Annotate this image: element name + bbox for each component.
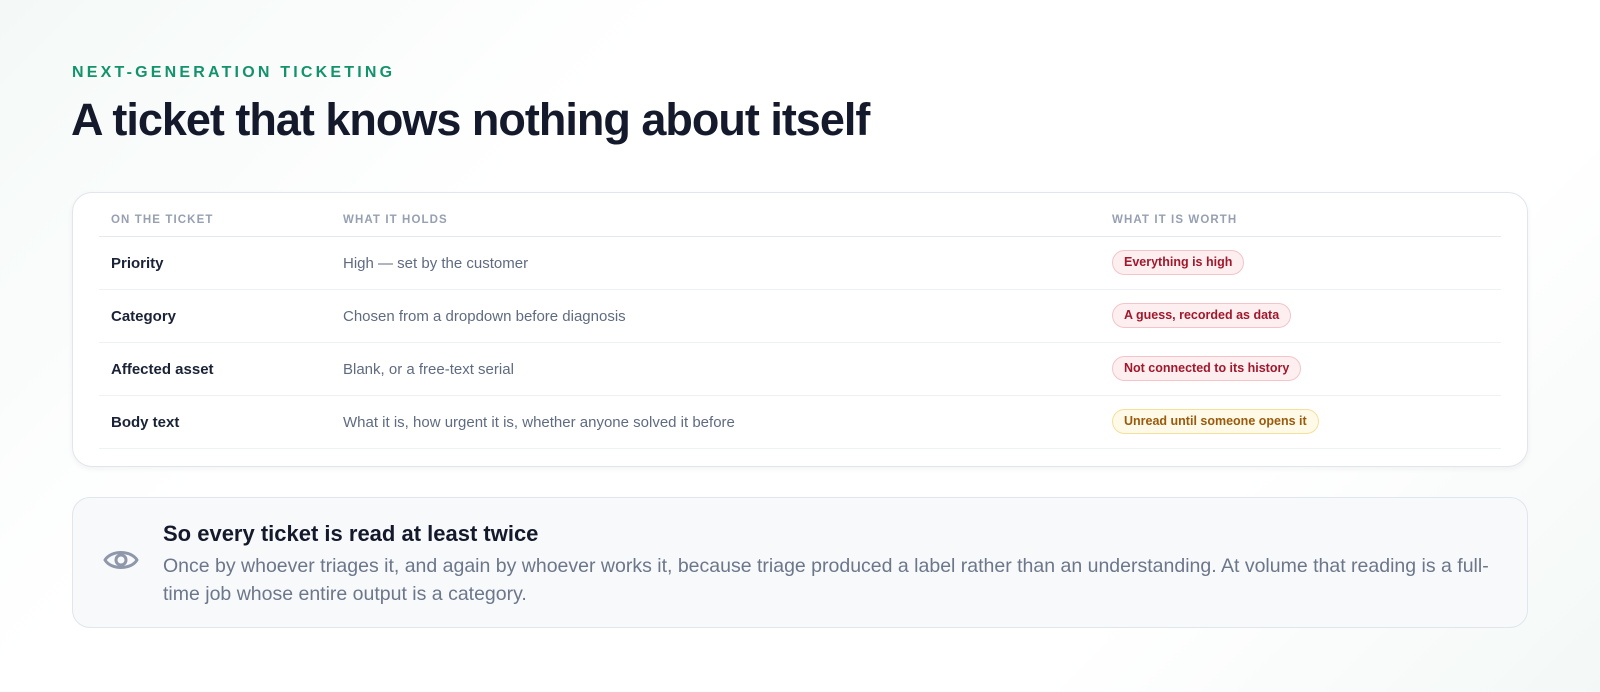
field-holds: Chosen from a dropdown before diagnosis	[343, 308, 626, 325]
field-name: Body text	[111, 414, 180, 431]
field-holds: Blank, or a free-text serial	[343, 361, 514, 378]
field-name: Priority	[111, 255, 164, 272]
column-header-what-it-holds: WHAT IT HOLDS	[343, 214, 448, 226]
worth-badge: A guess, recorded as data	[1112, 303, 1292, 328]
field-name: Affected asset	[111, 361, 214, 378]
field-holds: What it is, how urgent it is, whether an…	[343, 414, 735, 431]
eyebrow-label: NEXT-GENERATION TICKETING	[72, 64, 396, 81]
table-row: Body text What it is, how urgent it is, …	[99, 396, 1501, 449]
worth-badge: Unread until someone opens it	[1112, 409, 1319, 434]
table-row: Priority High — set by the customer Ever…	[99, 237, 1501, 290]
table-header: ON THE TICKET WHAT IT HOLDS WHAT IT IS W…	[99, 193, 1501, 237]
worth-badge: Not connected to its history	[1112, 356, 1302, 381]
worth-badge: Everything is high	[1112, 250, 1245, 275]
callout-body: Once by whoever triages it, and again by…	[163, 555, 1489, 605]
page-title: A ticket that knows nothing about itself	[71, 94, 870, 145]
callout-title: So every ticket is read at least twice	[163, 521, 539, 546]
column-header-on-the-ticket: ON THE TICKET	[111, 214, 214, 226]
field-holds: High — set by the customer	[343, 255, 529, 272]
table-row: Category Chosen from a dropdown before d…	[99, 290, 1501, 343]
ticket-fields-table: ON THE TICKET WHAT IT HOLDS WHAT IT IS W…	[72, 192, 1528, 467]
table-row: Affected asset Blank, or a free-text ser…	[99, 343, 1501, 396]
column-header-what-it-is-worth: WHAT IT IS WORTH	[1112, 214, 1238, 226]
eye-icon	[103, 546, 139, 574]
field-name: Category	[111, 308, 177, 325]
callout-box: So every ticket is read at least twice O…	[72, 497, 1528, 628]
